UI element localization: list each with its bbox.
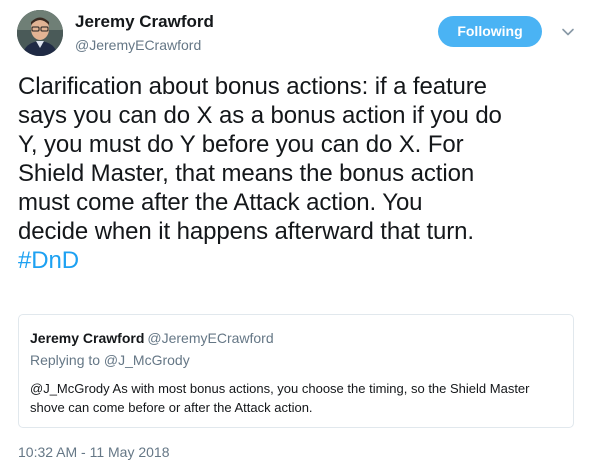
quoted-text-line: @J_McGrody As with most bonus actions, y… bbox=[30, 381, 530, 396]
tweet-text-line: decide when it happens afterward that tu… bbox=[18, 218, 474, 245]
author-display-name[interactable]: Jeremy Crawford bbox=[75, 12, 214, 32]
tweet-timestamp[interactable]: 10:32 AM - 11 May 2018 bbox=[18, 444, 170, 461]
tweet-text: Clarification about bonus actions: if a … bbox=[18, 72, 584, 275]
tweet-text-line: Clarification about bonus actions: if a … bbox=[18, 73, 487, 100]
chevron-down-icon[interactable] bbox=[561, 25, 575, 39]
quoted-tweet-header: Jeremy Crawford @JeremyECrawford bbox=[30, 330, 274, 347]
quoted-text-line: shove can come before or after the Attac… bbox=[30, 400, 313, 415]
hashtag-link[interactable]: #DnD bbox=[18, 247, 79, 274]
quoted-reply-context: Replying to @J_McGrody bbox=[30, 352, 190, 368]
quoted-tweet-text: @J_McGrody As with most bonus actions, y… bbox=[30, 379, 565, 417]
tweet-text-line: Shield Master, that means the bonus acti… bbox=[18, 160, 475, 187]
quoted-tweet-card[interactable]: Jeremy Crawford @JeremyECrawford Replying… bbox=[18, 314, 574, 428]
tweet-text-line: says you can do X as a bonus action if y… bbox=[18, 102, 502, 129]
avatar[interactable] bbox=[17, 10, 63, 56]
profile-photo bbox=[17, 10, 63, 56]
following-button[interactable]: Following bbox=[438, 16, 542, 47]
quoted-author-handle: @JeremyECrawford bbox=[147, 330, 274, 346]
tweet-text-line: Y, you must do Y before you can do X. Fo… bbox=[18, 131, 464, 158]
quoted-author-display-name: Jeremy Crawford bbox=[30, 330, 145, 346]
author-handle[interactable]: @JeremyECrawford bbox=[75, 36, 201, 54]
tweet-text-line: must come after the Attack action. You bbox=[18, 189, 423, 216]
